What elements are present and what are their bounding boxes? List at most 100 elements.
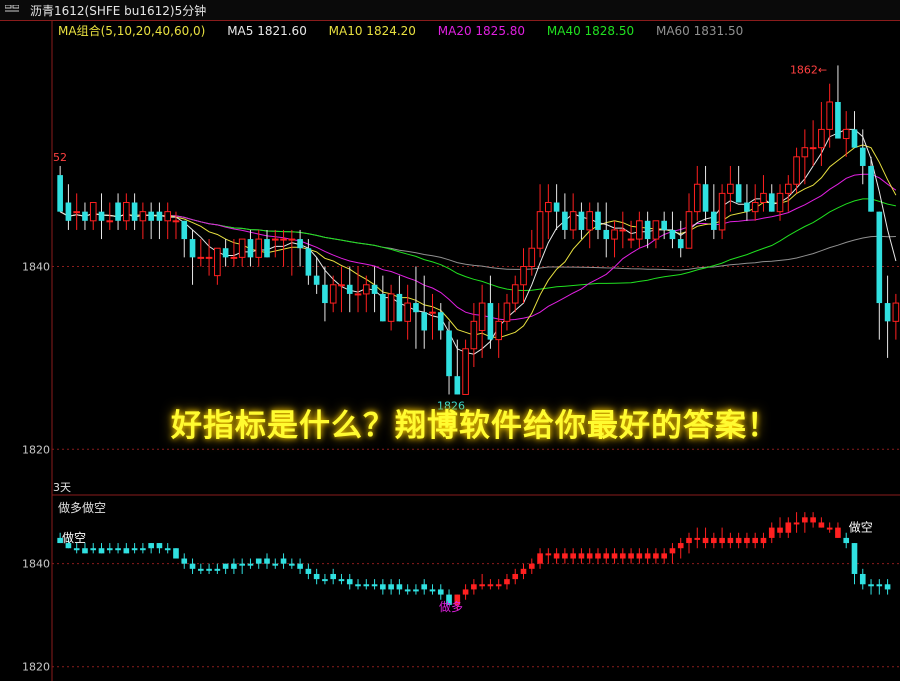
- candle-body: [652, 220, 660, 240]
- sub-bar-body: [843, 537, 850, 544]
- window-titlebar: 沥青1612(SHFE bu1612)5分钟: [0, 0, 900, 21]
- sub-bar: [876, 579, 883, 595]
- candle: [760, 175, 767, 212]
- ma10-line: [59, 144, 897, 339]
- candles: [57, 65, 900, 395]
- sub-bar: [495, 579, 502, 590]
- candle-body: [98, 211, 105, 221]
- sub-bar: [123, 543, 130, 554]
- sub-bar: [239, 558, 245, 574]
- candle-body: [222, 248, 229, 258]
- main-ytick-label: 1820: [22, 443, 50, 456]
- sub-bar-body: [686, 537, 692, 544]
- candle-body: [214, 247, 221, 277]
- candle: [115, 193, 121, 230]
- sub-bar-body: [396, 584, 403, 590]
- ma5-line: [59, 128, 897, 355]
- sub-bar-body: [181, 558, 188, 564]
- sub-bar: [471, 579, 477, 595]
- candle-body: [677, 239, 684, 249]
- candle-body: [884, 303, 891, 322]
- sub-bar: [429, 584, 436, 595]
- sub-bar-body: [239, 563, 245, 566]
- sub-bar-body: [214, 568, 221, 571]
- candle-body: [545, 202, 552, 213]
- window-menu-icon[interactable]: [5, 5, 19, 13]
- candle: [586, 202, 594, 249]
- sub-bar-body: [826, 527, 833, 530]
- sub-bar: [313, 568, 320, 585]
- sub-bar: [98, 543, 105, 554]
- sub-bar: [884, 579, 891, 595]
- sub-bar-body: [206, 568, 212, 571]
- candle: [123, 193, 130, 230]
- sub-bars: [57, 512, 891, 611]
- sub-bar: [545, 548, 552, 564]
- short-signal-label: 做空: [62, 530, 86, 545]
- candle-body: [329, 284, 337, 304]
- sub-bar-body: [380, 584, 386, 590]
- sub-bar: [346, 573, 353, 590]
- candle-body: [702, 184, 709, 212]
- candle: [727, 165, 734, 212]
- kline-chart[interactable]: 1840182018401820 1862←182652做空做多做空: [0, 20, 900, 681]
- candle: [503, 293, 511, 331]
- sub-bar: [297, 558, 303, 574]
- sub-bar-body: [611, 553, 618, 559]
- candle-body: [156, 211, 163, 221]
- sub-bar-body: [487, 584, 494, 587]
- sub-bar-body: [677, 543, 684, 549]
- sub-bar-body: [570, 553, 576, 559]
- sub-bar: [644, 548, 651, 564]
- candle: [98, 193, 105, 240]
- candle: [603, 202, 610, 258]
- candle: [65, 184, 72, 230]
- candle-body: [115, 202, 121, 221]
- sub-bar: [322, 573, 328, 585]
- sub-bar-body: [115, 548, 121, 551]
- sub-bar: [553, 548, 560, 564]
- candle-body: [569, 211, 577, 231]
- candle-body: [437, 312, 444, 331]
- candle: [346, 266, 353, 313]
- sub-bar-body: [661, 553, 667, 559]
- candle-body: [768, 193, 775, 212]
- candle: [322, 266, 328, 322]
- candle: [288, 229, 296, 276]
- candle: [569, 193, 577, 240]
- sub-bar: [355, 579, 361, 590]
- slogan-banner: 好指标是什么？翔博软件给你最好的答案！: [171, 408, 779, 444]
- sub-bar: [628, 548, 634, 564]
- sub-bar: [826, 522, 833, 533]
- sub-bar-body: [437, 589, 444, 595]
- sub-bar: [173, 548, 179, 559]
- sub-bar: [727, 532, 734, 549]
- candle-body: [421, 312, 428, 331]
- candle-body: [338, 284, 345, 287]
- candle-body: [380, 293, 386, 322]
- sub-bar: [619, 548, 626, 564]
- candle-body: [478, 302, 486, 331]
- sub-bar: [338, 573, 345, 585]
- candle: [669, 211, 676, 249]
- sub-bar: [462, 584, 469, 600]
- sub-bar-body: [810, 517, 816, 523]
- candle: [380, 275, 386, 322]
- sub-ytick-label: 1840: [22, 558, 50, 571]
- candle: [652, 220, 660, 249]
- candle: [197, 239, 205, 267]
- sub-bar: [413, 584, 419, 595]
- candle: [536, 184, 544, 258]
- sub-bar-body: [545, 553, 552, 556]
- sub-bar: [504, 573, 510, 590]
- sub-bar: [380, 579, 386, 595]
- candle-body: [164, 211, 172, 222]
- candle-body: [322, 284, 328, 304]
- sub-bar-body: [90, 548, 97, 551]
- sub-bar: [570, 548, 576, 564]
- sub-bar-body: [711, 537, 717, 544]
- candle: [693, 165, 701, 221]
- candle: [387, 284, 395, 331]
- sub-bar: [744, 532, 750, 549]
- sub-bar-body: [785, 522, 792, 533]
